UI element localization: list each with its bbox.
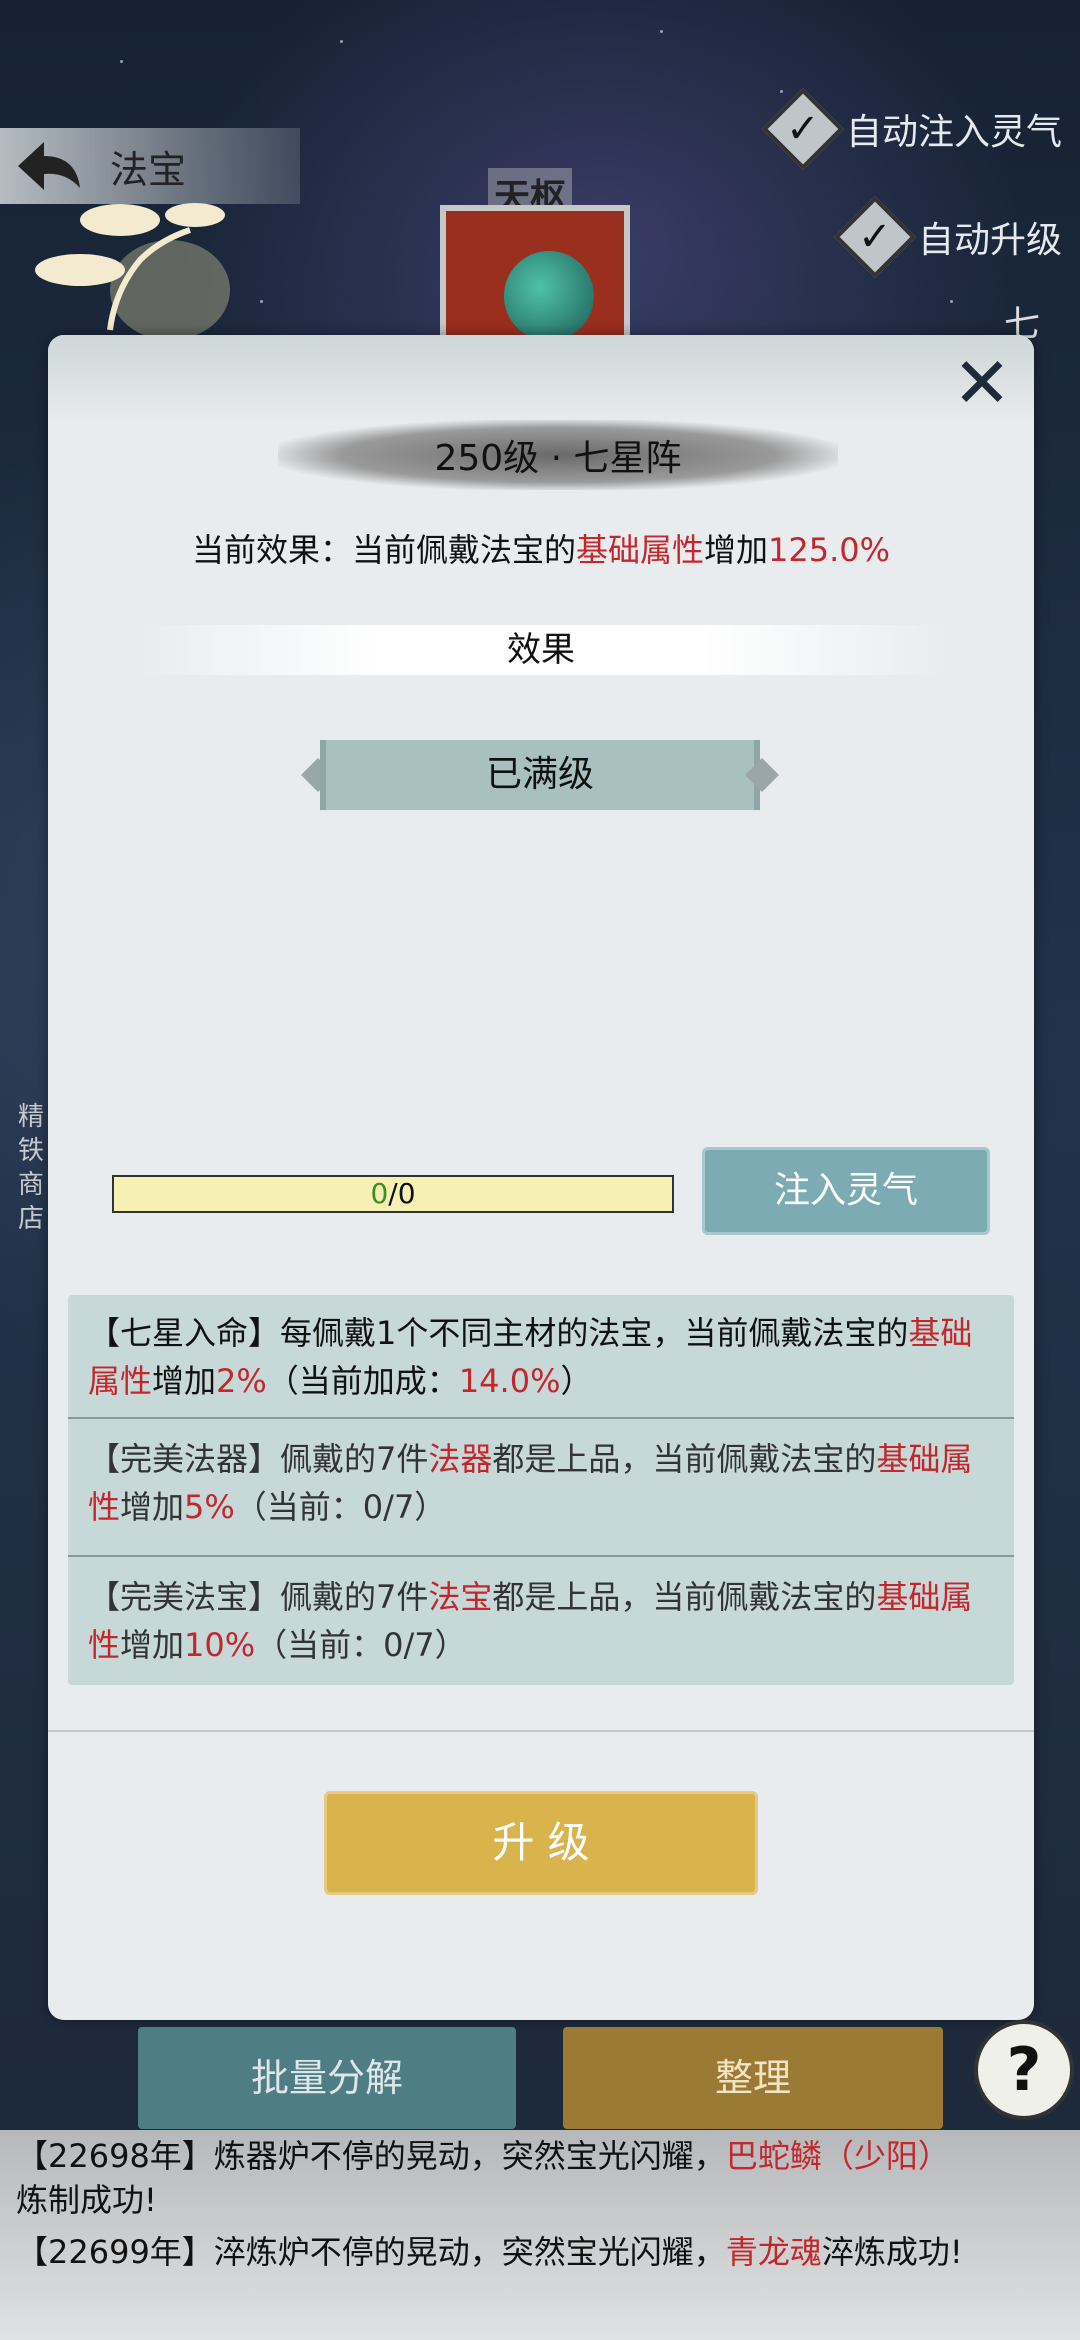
close-button[interactable]: ✕ xyxy=(938,339,1026,427)
progress-separator: / xyxy=(388,1177,398,1210)
log-text: 【22698年】炼器炉不停的晃动，突然宝光闪耀， xyxy=(16,2137,726,2175)
auto-upgrade-label: 自动升级 xyxy=(917,220,1062,261)
effect-mid: 增加 xyxy=(704,531,769,569)
bonus-item-type: 法宝 xyxy=(428,1578,493,1616)
bonus-value: 5% xyxy=(184,1488,235,1526)
checkbox-checked-icon: ✓ xyxy=(761,87,844,171)
bonus-text: 【完美法器】佩戴的7件 xyxy=(88,1440,429,1478)
log-line: 【22698年】炼器炉不停的晃动，突然宝光闪耀，巴蛇鳞（少阳） 炼制成功! xyxy=(16,2134,950,2222)
question-mark-icon: ? xyxy=(1006,2035,1042,2105)
bonus-text: 都是上品，当前佩戴法宝的 xyxy=(492,1440,877,1478)
effect-prefix: 当前效果：当前佩戴法宝的 xyxy=(191,531,576,569)
bonus-item: 【七星入命】每佩戴1个不同主材的法宝，当前佩戴法宝的基础属性增加2%（当前加成：… xyxy=(88,1309,994,1405)
level-banner: 250级 · 七星阵 xyxy=(278,420,838,490)
bonus-text: （当前加成： xyxy=(266,1362,459,1400)
bonus-item-type: 法器 xyxy=(428,1440,493,1478)
checkbox-checked-icon: ✓ xyxy=(833,195,916,279)
bonus-item: 【完美法器】佩戴的7件法器都是上品，当前佩戴法宝的基础属性增加5%（当前：0/7… xyxy=(88,1435,994,1531)
bonus-value: 10% xyxy=(184,1626,256,1664)
bonus-text: （当前：0/7） xyxy=(255,1626,467,1664)
bonus-current: 14.0% xyxy=(458,1362,561,1400)
progress-current: 0 xyxy=(370,1177,389,1210)
bonus-item: 【完美法宝】佩戴的7件法宝都是上品，当前佩戴法宝的基础属性增加10%（当前：0/… xyxy=(88,1573,994,1669)
help-button[interactable]: ? xyxy=(974,2020,1074,2120)
log-item: 青龙魂 xyxy=(725,2233,822,2271)
bonus-text: 增加 xyxy=(152,1362,217,1400)
bonus-text: （当前：0/7） xyxy=(234,1488,447,1526)
modal-title: 250级 · 七星阵 xyxy=(434,438,682,479)
current-effect: 当前效果：当前佩戴法宝的基础属性增加125.0% xyxy=(48,525,1034,571)
inject-spirit-button[interactable]: 注入灵气 xyxy=(702,1147,990,1235)
treasure-orb-icon xyxy=(504,251,594,341)
spirit-progress-bar: 0/0 xyxy=(112,1175,674,1213)
bonus-text: 都是上品，当前佩戴法宝的 xyxy=(492,1578,877,1616)
effect-attr: 基础属性 xyxy=(575,531,704,569)
log-item: 巴蛇鳞（少阳） xyxy=(725,2137,950,2175)
formation-modal: ✕ 250级 · 七星阵 当前效果：当前佩戴法宝的基础属性增加125.0% 效果… xyxy=(48,335,1034,2020)
bonus-text: 【完美法宝】佩戴的7件 xyxy=(88,1578,429,1616)
event-log: 【22698年】炼器炉不停的晃动，突然宝光闪耀，巴蛇鳞（少阳） 炼制成功! 【22… xyxy=(0,2130,1080,2340)
cloud-tree-decoration-icon xyxy=(35,203,230,340)
log-text: 淬炼成功! xyxy=(821,2233,963,2271)
bonus-text: 【七星入命】每佩戴1个不同主材的法宝，当前佩戴法宝的 xyxy=(88,1314,909,1352)
modal-header-decoration xyxy=(48,335,1034,425)
bonus-value: 2% xyxy=(216,1362,267,1400)
bonus-list: 【七星入命】每佩戴1个不同主材的法宝，当前佩戴法宝的基础属性增加2%（当前加成：… xyxy=(68,1295,1014,1685)
divider xyxy=(68,1555,1014,1557)
auto-inject-toggle[interactable]: ✓ 自动注入灵气 xyxy=(761,87,1062,171)
bonus-text: 增加 xyxy=(120,1488,185,1526)
sort-button[interactable]: 整理 xyxy=(563,2027,943,2129)
close-icon: ✕ xyxy=(952,342,1012,424)
log-text: 炼制成功! xyxy=(16,2181,157,2219)
log-line: 【22699年】淬炼炉不停的晃动，突然宝光闪耀，青龙魂淬炼成功! xyxy=(16,2230,963,2274)
auto-inject-label: 自动注入灵气 xyxy=(845,112,1062,153)
bonus-text: ） xyxy=(560,1362,593,1400)
effect-value: 125.0% xyxy=(768,531,891,569)
formation-treasure-card[interactable] xyxy=(440,205,630,355)
effect-section-header: 效果 xyxy=(138,625,944,675)
bonus-text: 增加 xyxy=(120,1626,185,1664)
auto-upgrade-toggle[interactable]: ✓ 自动升级 xyxy=(833,195,1062,279)
divider xyxy=(48,1730,1034,1732)
max-level-badge: 已满级 xyxy=(320,740,760,810)
log-text: 【22699年】淬炼炉不停的晃动，突然宝光闪耀， xyxy=(16,2233,726,2271)
bulk-decompose-button[interactable]: 批量分解 xyxy=(138,2027,516,2129)
upgrade-button[interactable]: 升 级 xyxy=(324,1791,758,1895)
progress-max: 0 xyxy=(397,1177,416,1210)
divider xyxy=(68,1417,1014,1419)
